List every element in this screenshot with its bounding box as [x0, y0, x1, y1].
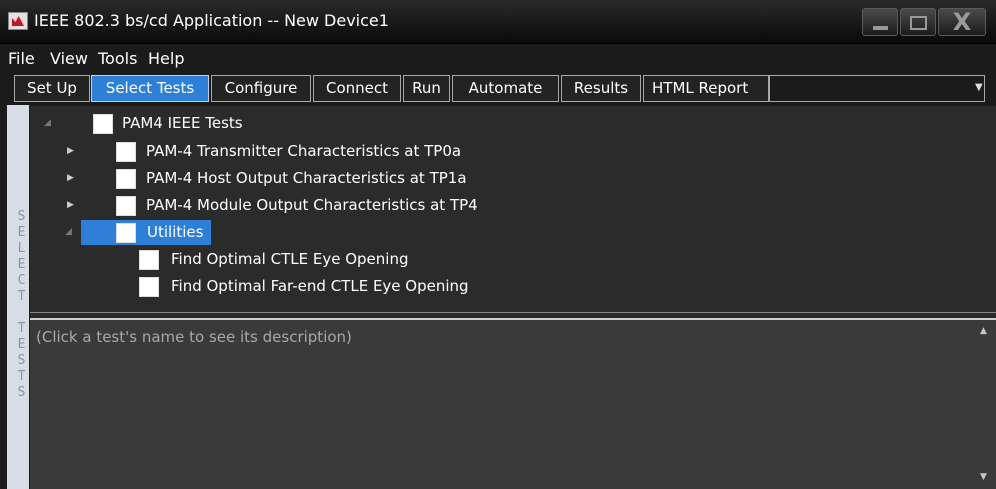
tree-label-root[interactable]: PAM4 IEEE Tests: [122, 114, 243, 132]
tree-collapsed-icon[interactable]: ▶: [67, 173, 77, 187]
checkbox-utilities[interactable]: [116, 223, 136, 243]
close-button[interactable]: X: [938, 8, 986, 36]
description-scrollbar[interactable]: ▲ ▼: [974, 320, 996, 489]
tab-run[interactable]: Run: [403, 75, 450, 102]
close-icon: X: [952, 8, 972, 36]
menu-bar: File View Tools Help: [0, 45, 996, 72]
tab-connect[interactable]: Connect: [313, 75, 401, 102]
scroll-down-icon[interactable]: ▼: [980, 472, 987, 482]
description-panel: (Click a test's name to see its descript…: [30, 320, 974, 489]
tree-label-module-output[interactable]: PAM-4 Module Output Characteristics at T…: [146, 196, 478, 214]
checkbox-transmitter[interactable]: [116, 142, 136, 162]
scroll-up-icon[interactable]: ▲: [980, 326, 987, 336]
minimize-button[interactable]: [862, 8, 898, 36]
tab-automate[interactable]: Automate: [452, 75, 559, 102]
checkbox-host-output[interactable]: [116, 169, 136, 189]
tree-label-find-optimal-ctle[interactable]: Find Optimal CTLE Eye Opening: [171, 250, 408, 268]
tree-expanded-icon[interactable]: ◢: [44, 118, 54, 132]
app-logo-icon: [8, 12, 28, 30]
window-title: IEEE 802.3 bs/cd Application -- New Devi…: [34, 11, 389, 30]
tab-set-up[interactable]: Set Up: [14, 75, 90, 102]
title-bar: IEEE 802.3 bs/cd Application -- New Devi…: [0, 0, 996, 44]
tab-html-report[interactable]: HTML Report: [643, 75, 769, 102]
maximize-icon: [910, 16, 927, 30]
menu-help[interactable]: Help: [148, 49, 184, 68]
tree-expanded-icon[interactable]: ◢: [65, 227, 75, 241]
chevron-down-icon[interactable]: ▼: [975, 82, 983, 93]
checkbox-find-optimal-ctle[interactable]: [139, 250, 159, 270]
menu-tools[interactable]: Tools: [98, 49, 137, 68]
maximize-button[interactable]: [900, 8, 936, 36]
tab-select-tests[interactable]: Select Tests: [91, 75, 209, 102]
minimize-icon: [873, 26, 888, 30]
panel-splitter[interactable]: [30, 312, 996, 320]
tab-configure[interactable]: Configure: [211, 75, 311, 102]
checkbox-find-optimal-far-end-ctle[interactable]: [139, 277, 159, 297]
menu-view[interactable]: View: [50, 49, 88, 68]
description-placeholder: (Click a test's name to see its descript…: [36, 328, 352, 346]
side-strip: SELECT TESTS: [7, 105, 29, 489]
tree-label-find-optimal-far-end-ctle[interactable]: Find Optimal Far-end CTLE Eye Opening: [171, 277, 469, 295]
tree-label-utilities[interactable]: Utilities: [147, 223, 203, 241]
checkbox-pam4-ieee-tests[interactable]: [93, 114, 113, 134]
tree-label-transmitter[interactable]: PAM-4 Transmitter Characteristics at TP0…: [146, 142, 461, 160]
menu-file[interactable]: File: [8, 49, 35, 68]
tree-collapsed-icon[interactable]: ▶: [67, 200, 77, 214]
side-label-select-tests: SELECT TESTS: [14, 209, 29, 401]
tree-label-host-output[interactable]: PAM-4 Host Output Characteristics at TP1…: [146, 169, 467, 187]
tab-results[interactable]: Results: [561, 75, 641, 102]
tab-bar: Set Up Select Tests Configure Connect Ru…: [0, 73, 996, 103]
tree-collapsed-icon[interactable]: ▶: [67, 146, 77, 160]
checkbox-module-output[interactable]: [116, 196, 136, 216]
tab-bar-filler: [769, 75, 985, 102]
